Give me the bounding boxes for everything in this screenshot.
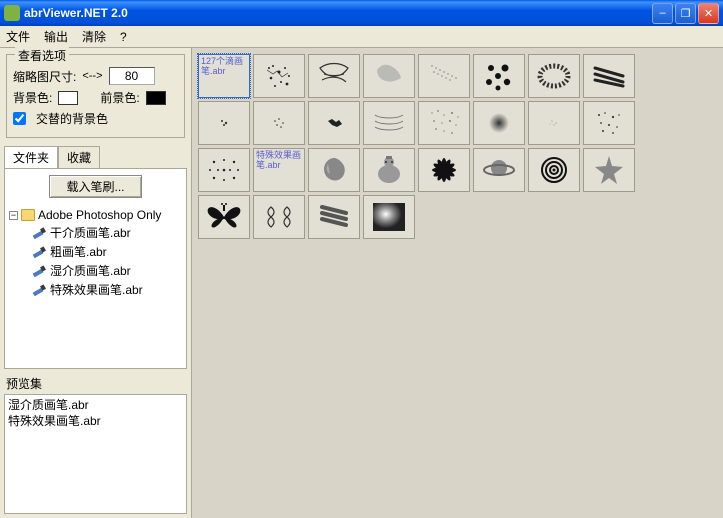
thumb[interactable] bbox=[363, 195, 415, 239]
thumb[interactable] bbox=[473, 54, 525, 98]
collapse-icon[interactable]: − bbox=[9, 211, 18, 220]
brush-file-icon bbox=[33, 283, 47, 297]
menu-export[interactable]: 输出 bbox=[44, 28, 68, 45]
thumb[interactable] bbox=[418, 101, 470, 145]
tree-item[interactable]: 粗画笔.abr bbox=[33, 243, 182, 260]
thumb[interactable] bbox=[308, 148, 360, 192]
thumb[interactable] bbox=[583, 54, 635, 98]
preset-line: 湿介质画笔.abr bbox=[8, 398, 183, 414]
tree-item-label: 粗画笔.abr bbox=[50, 243, 107, 260]
bg-color-label: 背景色: bbox=[13, 89, 52, 106]
thumb-size-label: 缩略图尺寸: bbox=[13, 68, 76, 85]
menu-clear[interactable]: 清除 bbox=[82, 28, 106, 45]
brush-file-icon bbox=[33, 226, 47, 240]
thumb[interactable] bbox=[198, 101, 250, 145]
tree-root-item[interactable]: − Adobe Photoshop Only bbox=[9, 208, 182, 222]
view-options-group: 查看选项 缩略图尺寸: <--> 背景色: 前景色: 交替的背景色 bbox=[6, 54, 185, 138]
menu-bar: 文件 输出 清除 ? bbox=[0, 26, 723, 48]
thumb-label[interactable]: 特殊效果画笔.abr bbox=[253, 148, 305, 192]
load-brush-button[interactable]: 载入笔刷... bbox=[49, 175, 141, 198]
size-arrows-icon: <--> bbox=[82, 70, 102, 82]
window-title: abrViewer.NET 2.0 bbox=[24, 6, 652, 20]
fg-color-label: 前景色: bbox=[100, 89, 139, 106]
thumb[interactable] bbox=[253, 195, 305, 239]
close-button[interactable]: ✕ bbox=[698, 3, 719, 24]
thumb[interactable] bbox=[418, 54, 470, 98]
brush-file-icon bbox=[33, 264, 47, 278]
tree-item[interactable]: 特殊效果画笔.abr bbox=[33, 281, 182, 298]
thumb[interactable] bbox=[363, 101, 415, 145]
minimize-button[interactable]: – bbox=[652, 3, 673, 24]
thumb[interactable] bbox=[198, 195, 250, 239]
left-panel: 查看选项 缩略图尺寸: <--> 背景色: 前景色: 交替的背景色 文件夹 收藏 bbox=[0, 48, 192, 518]
window-buttons: – ❐ ✕ bbox=[652, 3, 719, 24]
menu-file[interactable]: 文件 bbox=[6, 28, 30, 45]
thumb-label[interactable]: 127个滴画笔.abr bbox=[198, 54, 250, 98]
thumb[interactable] bbox=[308, 54, 360, 98]
maximize-button[interactable]: ❐ bbox=[675, 3, 696, 24]
alt-bg-checkbox[interactable] bbox=[13, 112, 26, 125]
thumb[interactable] bbox=[363, 148, 415, 192]
content-area: 查看选项 缩略图尺寸: <--> 背景色: 前景色: 交替的背景色 文件夹 收藏 bbox=[0, 48, 723, 518]
thumb[interactable] bbox=[198, 148, 250, 192]
tab-folders[interactable]: 文件夹 bbox=[4, 146, 58, 168]
thumb[interactable] bbox=[528, 101, 580, 145]
preset-list[interactable]: 湿介质画笔.abr 特殊效果画笔.abr bbox=[4, 394, 187, 514]
tree-item[interactable]: 湿介质画笔.abr bbox=[33, 262, 182, 279]
tree-item-label: 湿介质画笔.abr bbox=[50, 262, 131, 279]
title-bar: abrViewer.NET 2.0 – ❐ ✕ bbox=[0, 0, 723, 26]
fg-color-swatch[interactable] bbox=[146, 91, 166, 105]
alt-bg-label: 交替的背景色 bbox=[36, 110, 108, 127]
thumb[interactable] bbox=[363, 54, 415, 98]
view-options-legend: 查看选项 bbox=[15, 47, 69, 64]
app-icon bbox=[4, 5, 20, 21]
thumb-size-input[interactable] bbox=[109, 67, 155, 85]
thumb[interactable] bbox=[583, 101, 635, 145]
tab-page: 载入笔刷... − Adobe Photoshop Only 干介质画笔.abr… bbox=[4, 168, 187, 369]
tree-item[interactable]: 干介质画笔.abr bbox=[33, 224, 182, 241]
menu-help[interactable]: ? bbox=[120, 30, 127, 44]
preset-label: 预览集 bbox=[6, 375, 185, 392]
folder-tree[interactable]: − Adobe Photoshop Only 干介质画笔.abr 粗画笔.abr… bbox=[5, 204, 186, 368]
thumbnail-grid: 127个滴画笔.abr 特殊效果画笔.abr bbox=[198, 54, 717, 239]
thumb[interactable] bbox=[308, 101, 360, 145]
tab-favorites[interactable]: 收藏 bbox=[58, 146, 100, 168]
thumbnail-area: 127个滴画笔.abr 特殊效果画笔.abr bbox=[192, 48, 723, 518]
thumb[interactable] bbox=[473, 148, 525, 192]
thumb[interactable] bbox=[418, 148, 470, 192]
tree-item-label: 特殊效果画笔.abr bbox=[50, 281, 143, 298]
folder-icon bbox=[21, 209, 35, 221]
thumb[interactable] bbox=[583, 148, 635, 192]
preset-line: 特殊效果画笔.abr bbox=[8, 414, 183, 430]
tree-root-label: Adobe Photoshop Only bbox=[38, 208, 161, 222]
tab-strip: 文件夹 收藏 bbox=[4, 146, 191, 168]
thumb[interactable] bbox=[253, 54, 305, 98]
thumb[interactable] bbox=[253, 101, 305, 145]
thumb[interactable] bbox=[308, 195, 360, 239]
tree-item-label: 干介质画笔.abr bbox=[50, 224, 131, 241]
brush-file-icon bbox=[33, 245, 47, 259]
bg-color-swatch[interactable] bbox=[58, 91, 78, 105]
thumb[interactable] bbox=[473, 101, 525, 145]
thumb[interactable] bbox=[528, 148, 580, 192]
thumb[interactable] bbox=[528, 54, 580, 98]
